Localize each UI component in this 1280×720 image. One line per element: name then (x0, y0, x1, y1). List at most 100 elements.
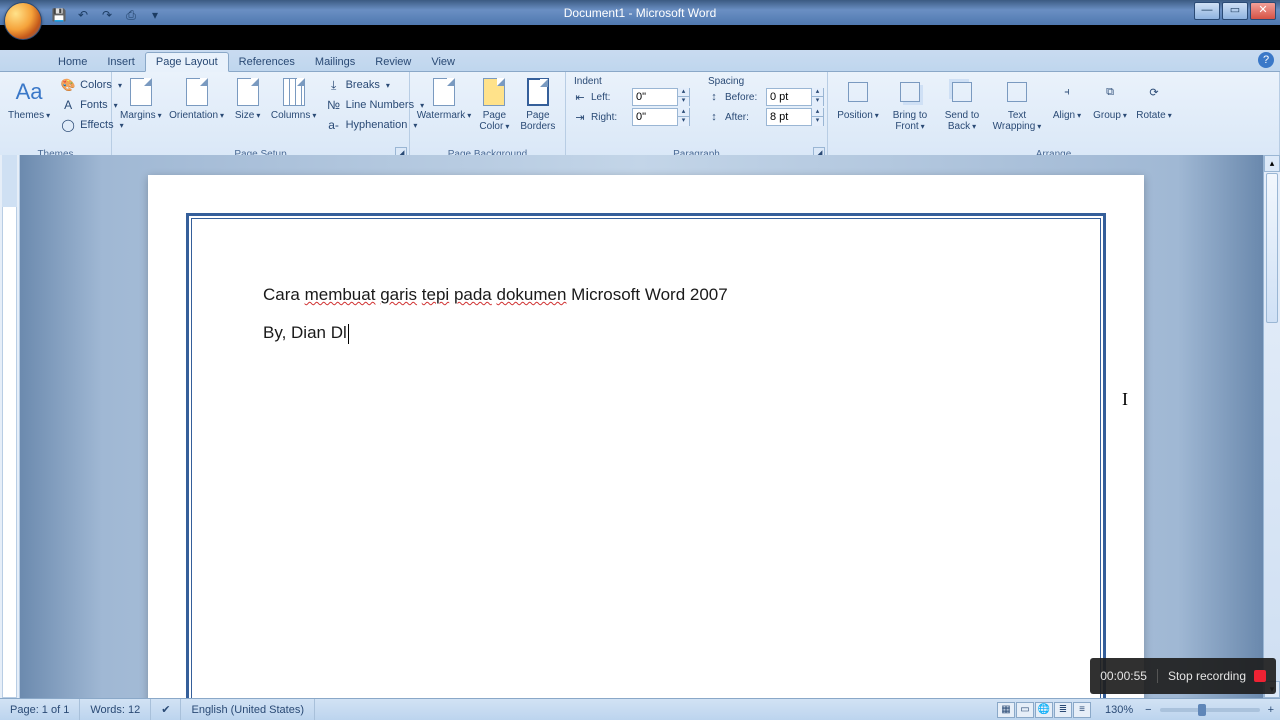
spin-up[interactable]: ▴ (811, 88, 823, 97)
view-buttons: ▦ ▭ 🌐 ≣ ≡ (993, 702, 1095, 718)
qat-customize-icon[interactable]: ▾ (146, 6, 164, 24)
zoom-slider[interactable] (1160, 708, 1260, 712)
group-button[interactable]: ⧉Group (1090, 74, 1130, 123)
indent-right-spinner[interactable]: ▴▾ (632, 108, 690, 126)
rotate-button[interactable]: ⟳Rotate (1134, 74, 1174, 123)
stop-recording-button[interactable]: Stop recording (1158, 669, 1276, 683)
view-outline[interactable]: ≣ (1054, 702, 1072, 718)
window-controls: — ▭ ✕ (1194, 2, 1276, 20)
status-words[interactable]: Words: 12 (80, 699, 151, 720)
colors-icon: 🎨 (60, 77, 76, 93)
vertical-ruler[interactable] (0, 155, 20, 698)
indent-left-spinner[interactable]: ▴▾ (632, 88, 690, 106)
scroll-thumb[interactable] (1266, 173, 1278, 323)
redo-icon[interactable]: ↷ (98, 6, 116, 24)
text-caret (348, 324, 349, 344)
quick-print-icon[interactable]: ⎙ (122, 6, 140, 24)
zoom-in-button[interactable]: + (1266, 699, 1280, 720)
page-borders-button[interactable]: Page Borders (517, 74, 559, 134)
effects-icon: ◯ (60, 117, 76, 133)
spacing-after-label: After: (725, 112, 763, 123)
tab-insert[interactable]: Insert (97, 53, 145, 71)
page-borders-icon (522, 76, 554, 108)
spacing-after-input[interactable] (767, 111, 811, 123)
status-proofing[interactable]: ✔ (151, 699, 181, 720)
minimize-button[interactable]: — (1194, 2, 1220, 20)
view-full-screen[interactable]: ▭ (1016, 702, 1034, 718)
line-numbers-icon: № (326, 97, 342, 113)
status-bar: Page: 1 of 1 Words: 12 ✔ English (United… (0, 698, 1280, 720)
themes-button[interactable]: Aa Themes (6, 74, 52, 123)
scroll-up-button[interactable]: ▴ (1264, 155, 1280, 172)
spacing-after-spinner[interactable]: ▴▾ (766, 108, 824, 126)
position-button[interactable]: Position (834, 74, 882, 123)
position-icon (842, 76, 874, 108)
margins-icon (125, 76, 157, 108)
close-button[interactable]: ✕ (1250, 2, 1276, 20)
office-button[interactable] (4, 2, 42, 40)
columns-button[interactable]: Columns (270, 74, 318, 123)
spin-up[interactable]: ▴ (677, 88, 689, 97)
orientation-button[interactable]: Orientation (168, 74, 226, 123)
indent-left-input[interactable] (633, 91, 677, 103)
qat-row: 💾 ↶ ↷ ⎙ ▾ (0, 0, 168, 42)
tab-home[interactable]: Home (48, 53, 97, 71)
margins-button[interactable]: Margins (118, 74, 164, 123)
stop-recording-label: Stop recording (1168, 669, 1246, 683)
zoom-level[interactable]: 130% (1095, 699, 1143, 720)
spin-down[interactable]: ▾ (811, 117, 823, 126)
indent-right-label: Right: (591, 112, 629, 123)
spin-up[interactable]: ▴ (677, 108, 689, 117)
fonts-icon: A (60, 97, 76, 113)
tab-references[interactable]: References (229, 53, 305, 71)
send-back-icon (946, 76, 978, 108)
help-icon[interactable]: ? (1258, 52, 1274, 68)
view-draft[interactable]: ≡ (1073, 702, 1091, 718)
indent-right-row: ⇥ Right: ▴▾ (572, 108, 690, 126)
spacing-before-spinner[interactable]: ▴▾ (766, 88, 824, 106)
view-print-layout[interactable]: ▦ (997, 702, 1015, 718)
status-page[interactable]: Page: 1 of 1 (0, 699, 80, 720)
align-button[interactable]: ⫞Align (1048, 74, 1086, 123)
spacing-before-input[interactable] (767, 91, 811, 103)
indent-heading: Indent (574, 76, 602, 87)
text-wrapping-button[interactable]: Text Wrapping (990, 74, 1044, 134)
vertical-scrollbar[interactable]: ▴ ▾ (1263, 155, 1280, 698)
tab-view[interactable]: View (421, 53, 465, 71)
bring-front-button[interactable]: Bring to Front (886, 74, 934, 134)
zoom-out-button[interactable]: − (1143, 699, 1153, 720)
spin-down[interactable]: ▾ (677, 117, 689, 126)
rotate-icon: ⟳ (1138, 76, 1170, 108)
save-icon[interactable]: 💾 (50, 6, 68, 24)
document-canvas[interactable]: Cara membuat garis tepi pada dokumen Mic… (20, 155, 1263, 698)
send-back-button[interactable]: Send to Back (938, 74, 986, 134)
align-icon: ⫞ (1051, 76, 1083, 108)
themes-icon: Aa (13, 76, 45, 108)
spacing-after-icon: ↕ (706, 110, 722, 124)
group-page-setup: Margins Orientation Size Columns ⤓Breaks… (112, 72, 410, 161)
zoom-knob[interactable] (1198, 704, 1206, 716)
indent-left-row: ⇤ Left: ▴▾ (572, 88, 690, 106)
maximize-button[interactable]: ▭ (1222, 2, 1248, 20)
size-button[interactable]: Size (230, 74, 266, 123)
undo-icon[interactable]: ↶ (74, 6, 92, 24)
tab-page-layout[interactable]: Page Layout (145, 52, 229, 72)
spacing-after-row: ↕ After: ▴▾ (706, 108, 824, 126)
view-web[interactable]: 🌐 (1035, 702, 1053, 718)
title-bar: 💾 ↶ ↷ ⎙ ▾ Document1 - Microsoft Word — ▭… (0, 0, 1280, 25)
page-color-button[interactable]: Page Color (476, 74, 513, 134)
window-title: Document1 - Microsoft Word (564, 6, 717, 20)
bring-front-icon (894, 76, 926, 108)
spin-down[interactable]: ▾ (811, 97, 823, 106)
tab-review[interactable]: Review (365, 53, 421, 71)
group-arrange: Position Bring to Front Send to Back Tex… (828, 72, 1280, 161)
indent-right-input[interactable] (633, 111, 677, 123)
page: Cara membuat garis tepi pada dokumen Mic… (148, 175, 1144, 698)
tab-mailings[interactable]: Mailings (305, 53, 365, 71)
spin-up[interactable]: ▴ (811, 108, 823, 117)
spin-down[interactable]: ▾ (677, 97, 689, 106)
document-text[interactable]: Cara membuat garis tepi pada dokumen Mic… (263, 285, 728, 344)
spacing-before-icon: ↕ (706, 90, 722, 104)
watermark-button[interactable]: Watermark (416, 74, 472, 123)
status-language[interactable]: English (United States) (181, 699, 315, 720)
